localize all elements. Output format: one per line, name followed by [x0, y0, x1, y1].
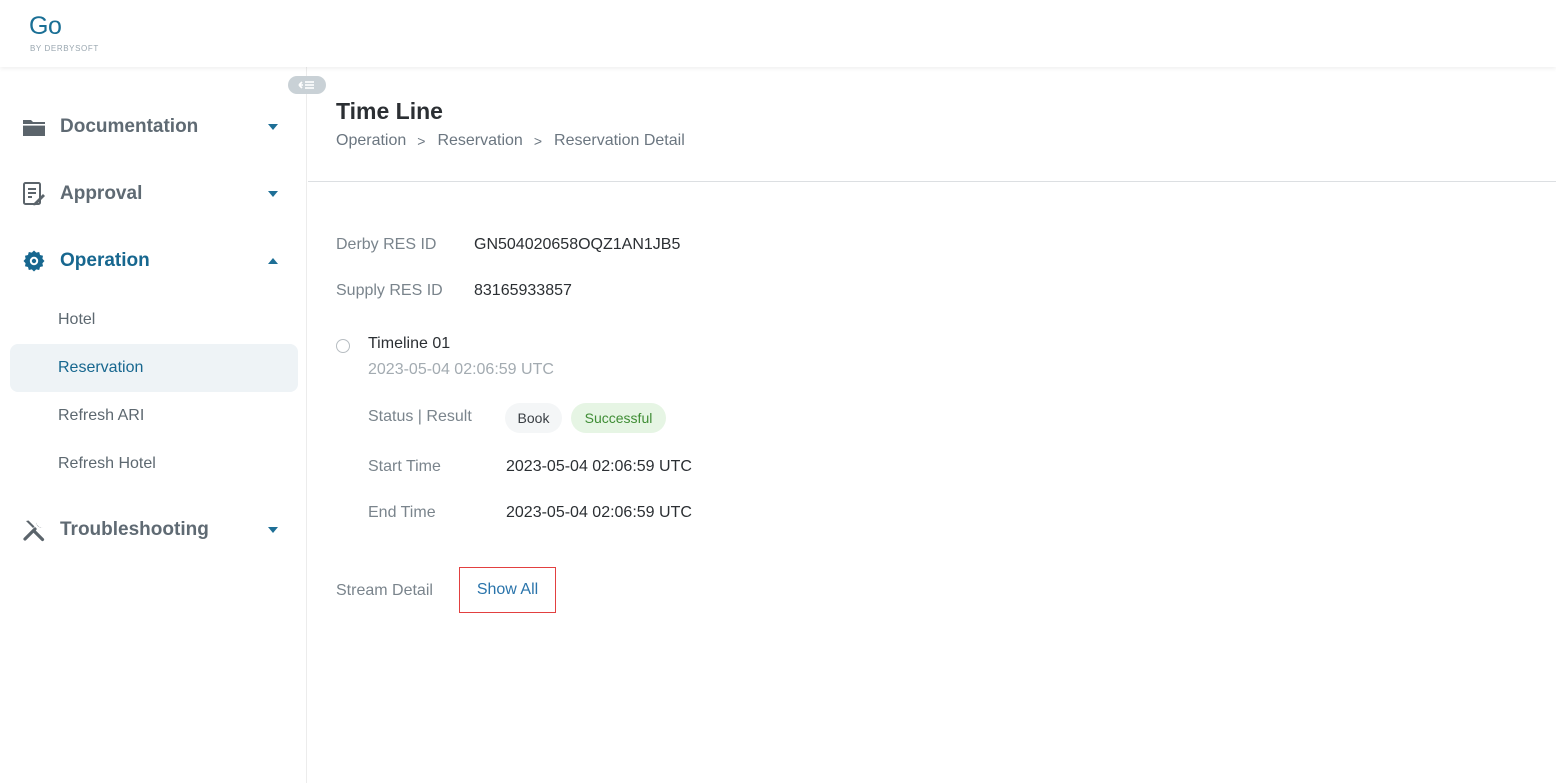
logo-text: Go [29, 12, 62, 40]
sidebar-item-label: Documentation [60, 116, 199, 137]
show-all-link[interactable]: Show All [459, 567, 556, 613]
edit-document-icon [21, 181, 47, 207]
breadcrumb-separator: > [417, 133, 426, 149]
timeline-title: Timeline 01 [368, 335, 451, 352]
end-time-label: End Time [368, 504, 436, 521]
chevron-down-icon [268, 191, 278, 197]
chevron-down-icon [268, 124, 278, 130]
sidebar-item-hotel[interactable]: Hotel [10, 296, 298, 344]
sidebar-subitem-label: Hotel [58, 311, 96, 328]
sidebar-item-troubleshooting[interactable]: Troubleshooting [0, 510, 307, 550]
collapse-sidebar-button[interactable] [288, 76, 326, 94]
collapse-sidebar-icon [298, 81, 314, 89]
supply-res-id-value: 83165933857 [474, 282, 572, 299]
sidebar-subitem-label: Refresh ARI [58, 407, 145, 424]
sidebar-item-refresh-ari[interactable]: Refresh ARI [10, 392, 298, 440]
breadcrumb: Operation > Reservation > Reservation De… [336, 132, 685, 150]
derby-res-id-value: GN504020658OQZ1AN1JB5 [474, 236, 681, 253]
gear-icon [21, 248, 47, 274]
start-time-label: Start Time [368, 458, 441, 475]
top-header: Go BY DERBYSOFT [0, 0, 1556, 67]
sidebar-item-reservation[interactable]: Reservation [10, 344, 298, 392]
sidebar-item-refresh-hotel[interactable]: Refresh Hotel [10, 440, 298, 488]
stream-detail-label: Stream Detail [336, 582, 433, 599]
tools-icon [21, 517, 47, 543]
derby-res-id-label: Derby RES ID [336, 236, 437, 253]
status-result-label: Status | Result [368, 408, 472, 425]
sidebar-item-approval[interactable]: Approval [0, 174, 307, 214]
timeline-timestamp: 2023-05-04 02:06:59 UTC [368, 361, 554, 378]
breadcrumb-operation[interactable]: Operation [336, 132, 406, 150]
result-badge: Successful [571, 403, 666, 433]
start-time-value: 2023-05-04 02:06:59 UTC [506, 458, 692, 475]
sidebar-item-operation[interactable]: Operation [0, 241, 307, 281]
breadcrumb-separator: > [533, 133, 543, 149]
folder-icon [21, 114, 47, 140]
breadcrumb-reservation[interactable]: Reservation [437, 132, 522, 150]
logo-tagline: BY DERBYSOFT [30, 44, 99, 53]
chevron-down-icon [268, 527, 278, 533]
sidebar-item-label: Approval [60, 183, 143, 204]
sidebar-subitem-label: Refresh Hotel [58, 455, 156, 472]
sidebar-item-label: Operation [60, 250, 150, 271]
chevron-up-icon [268, 258, 278, 264]
page-title: Time Line [336, 98, 443, 124]
status-badge: Book [505, 403, 562, 433]
end-time-value: 2023-05-04 02:06:59 UTC [506, 504, 692, 521]
timeline-dot-icon [336, 339, 350, 353]
header-divider [308, 181, 1556, 182]
sidebar-item-label: Troubleshooting [60, 519, 209, 540]
supply-res-id-label: Supply RES ID [336, 282, 443, 299]
brand-logo[interactable]: Go BY DERBYSOFT [29, 12, 99, 53]
sidebar-item-documentation[interactable]: Documentation [0, 107, 307, 147]
sidebar-subitem-label: Reservation [58, 359, 144, 376]
breadcrumb-reservation-detail: Reservation Detail [554, 132, 685, 149]
